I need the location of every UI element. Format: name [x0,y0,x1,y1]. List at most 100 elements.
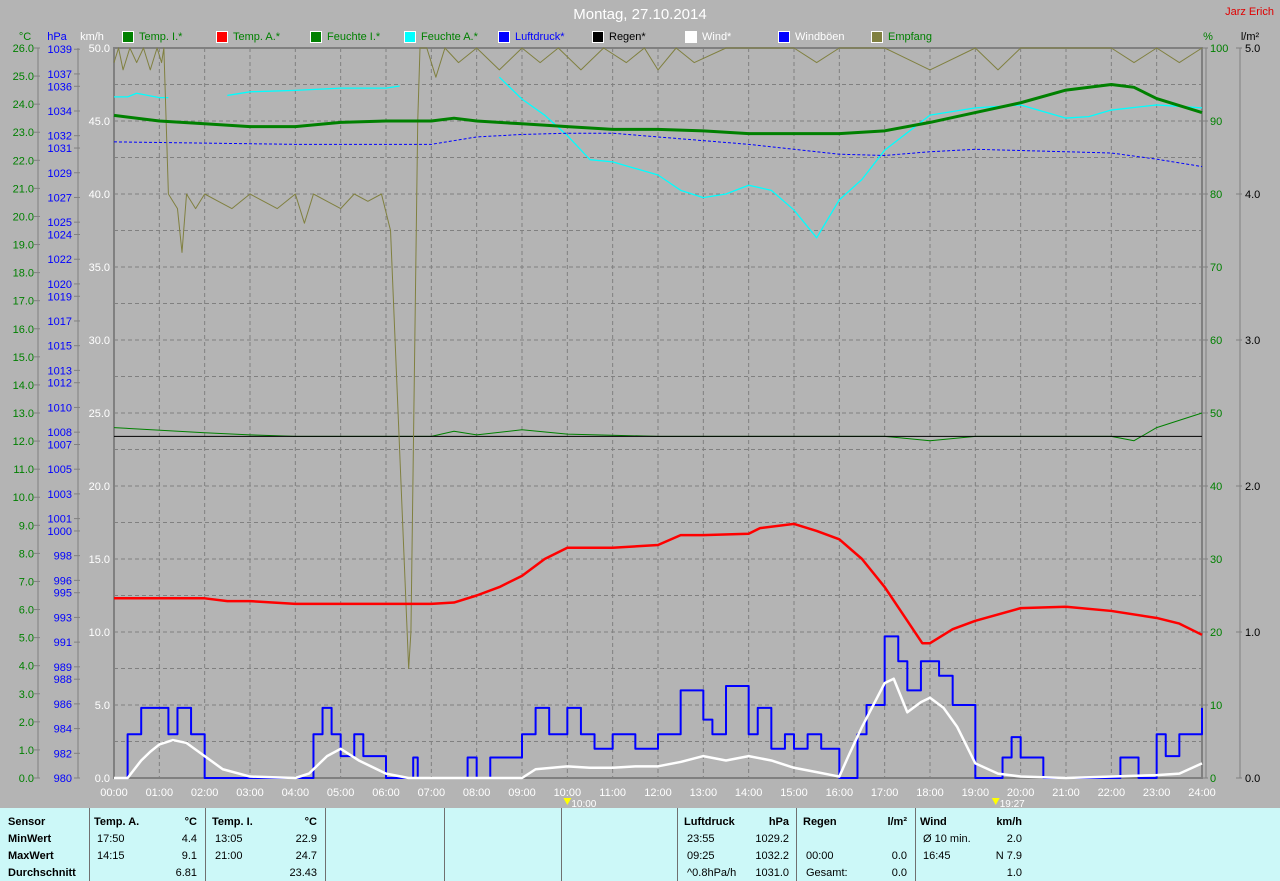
pressure-tick-label: 980 [54,773,72,785]
temp-tick-label: 3.0 [19,689,34,701]
legend-label: Wind* [702,31,732,43]
pressure-tick-label: 1037 [48,69,72,81]
rain-tick-label: 5.0 [1245,43,1260,55]
legend: Temp. I.* Temp. A.* Feuchte I.* Feuchte A.*… [122,31,964,43]
pressure-tick-label: 1029 [48,168,72,180]
time-tick-label: 12:00 [644,787,672,799]
wind-tick-label: 0.0 [95,773,110,785]
legend-label: Feuchte A.* [421,31,478,43]
time-marker-label: 10:00 [571,799,596,808]
author-label: Jarz Erich [1225,6,1274,18]
wind-tick-label: 30.0 [89,335,110,347]
time-tick-label: 24:00 [1188,787,1216,799]
row-label: MinWert [8,833,52,845]
humidity-tick-label: 30 [1210,554,1222,566]
header-unit-rain: l/m² [887,816,907,828]
time-marker-icon [991,798,1000,805]
pressure-tick-label: 986 [54,699,72,711]
time-tick-label: 04:00 [282,787,310,799]
time-tick-label: 14:00 [735,787,763,799]
wind-tick-label: 5.0 [95,700,110,712]
legend-item: Temp. I.* [122,31,216,43]
temp-tick-label: 8.0 [19,548,34,560]
rain-tick-label: 3.0 [1245,335,1260,347]
time-tick-label: 03:00 [236,787,264,799]
legend-label: Temp. I.* [139,31,183,43]
temp-tick-label: 15.0 [13,352,34,364]
wind-tick-label: 40.0 [89,189,110,201]
time-tick-label: 21:00 [1052,787,1080,799]
pressure-value: 1031.0 [755,867,789,879]
time-tick-label: 09:00 [508,787,536,799]
rain-tick-label: 4.0 [1245,189,1260,201]
legend-label: Luftdruck* [515,31,565,43]
weather-chart: 0.0 1.0 2.0 3.0 4.0 5.0 6.0 7.0 8.0 9.0 10.0 11.0 12… [13,31,1261,808]
time-marker-icon [563,798,572,805]
temp-tick-label: 20.0 [13,211,34,223]
pressure-tick-label: 988 [54,674,72,686]
time-tick-label: 19:00 [962,787,990,799]
rain-value: 0.0 [891,850,907,862]
temp_a-value: 4.4 [181,833,197,845]
rain-tick-label: 1.0 [1245,627,1260,639]
temp-tick-label: 18.0 [13,268,34,280]
pressure-value: 1032.2 [755,850,789,862]
pressure-tick-label: 996 [54,575,72,587]
pressure-tick-label: 1000 [48,526,72,538]
legend-swatch [310,31,322,43]
humidity-tick-label: 80 [1210,189,1222,201]
time-tick-label: 20:00 [1007,787,1035,799]
pressure-tick-label: 995 [54,588,72,600]
pressure-tick-label: 991 [54,637,72,649]
pressure-tick-label: 1019 [48,291,72,303]
temp-tick-label: 21.0 [13,183,34,195]
humidity-tick-label: 40 [1210,481,1222,493]
humidity-tick-label: 10 [1210,700,1222,712]
time-tick-label: 02:00 [191,787,219,799]
temp-tick-label: 10.0 [13,492,34,504]
pressure-tick-label: 1015 [48,341,72,353]
pressure-tick-label: 1031 [48,143,72,155]
pressure-tick-label: 1036 [48,81,72,93]
humidity-tick-label: 60 [1210,335,1222,347]
pressure-tick-label: 998 [54,551,72,563]
pressure-tick-label: 1012 [48,378,72,390]
header-unit-pressure: hPa [768,816,789,828]
temp-tick-label: 13.0 [13,408,34,420]
wind-value: 2.0 [1006,833,1022,845]
pressure-tick-label: 984 [54,724,72,736]
rain-axis-unit: l/m² [1241,31,1260,43]
pressure-axis-unit: hPa [47,31,67,43]
legend-item: Wind* [685,31,778,43]
header-sensor: Sensor [8,816,46,828]
time-tick-label: 06:00 [372,787,400,799]
rain-tick-label: 0.0 [1245,773,1260,785]
time-tick-label: 11:00 [599,787,626,799]
time-tick-label: 17:00 [871,787,899,799]
wind-value: 1.0 [1006,867,1022,879]
legend-item: Windböen [778,31,871,43]
temp-tick-label: 0.0 [19,773,34,785]
chart-title: Montag, 27.10.2014 [573,6,707,23]
pressure-tick-label: 1034 [48,106,72,118]
rain-tick-label: 2.0 [1245,481,1260,493]
wind-tick-label: 50.0 [89,43,110,55]
time-tick-label: 08:00 [463,787,491,799]
temp-tick-label: 7.0 [19,576,34,588]
humidity-tick-label: 50 [1210,408,1222,420]
wind-tick-label: 35.0 [89,262,110,274]
legend-label: Feuchte I.* [327,31,381,43]
temp-tick-label: 2.0 [19,717,34,729]
temp_i-value: 24.7 [295,850,317,862]
pressure-value: 1029.2 [755,833,789,845]
temp-tick-label: 5.0 [19,633,34,645]
temp_i-value: 22.9 [295,833,317,845]
humidity-tick-label: 100 [1210,43,1228,55]
pressure-tick-label: 1032 [48,131,72,143]
humidity-tick-label: 20 [1210,627,1222,639]
temp-tick-label: 4.0 [19,661,34,673]
time-tick-label: 13:00 [690,787,718,799]
temp-tick-label: 23.0 [13,127,34,139]
legend-swatch [778,31,790,43]
humidity-tick-label: 0 [1210,773,1216,785]
